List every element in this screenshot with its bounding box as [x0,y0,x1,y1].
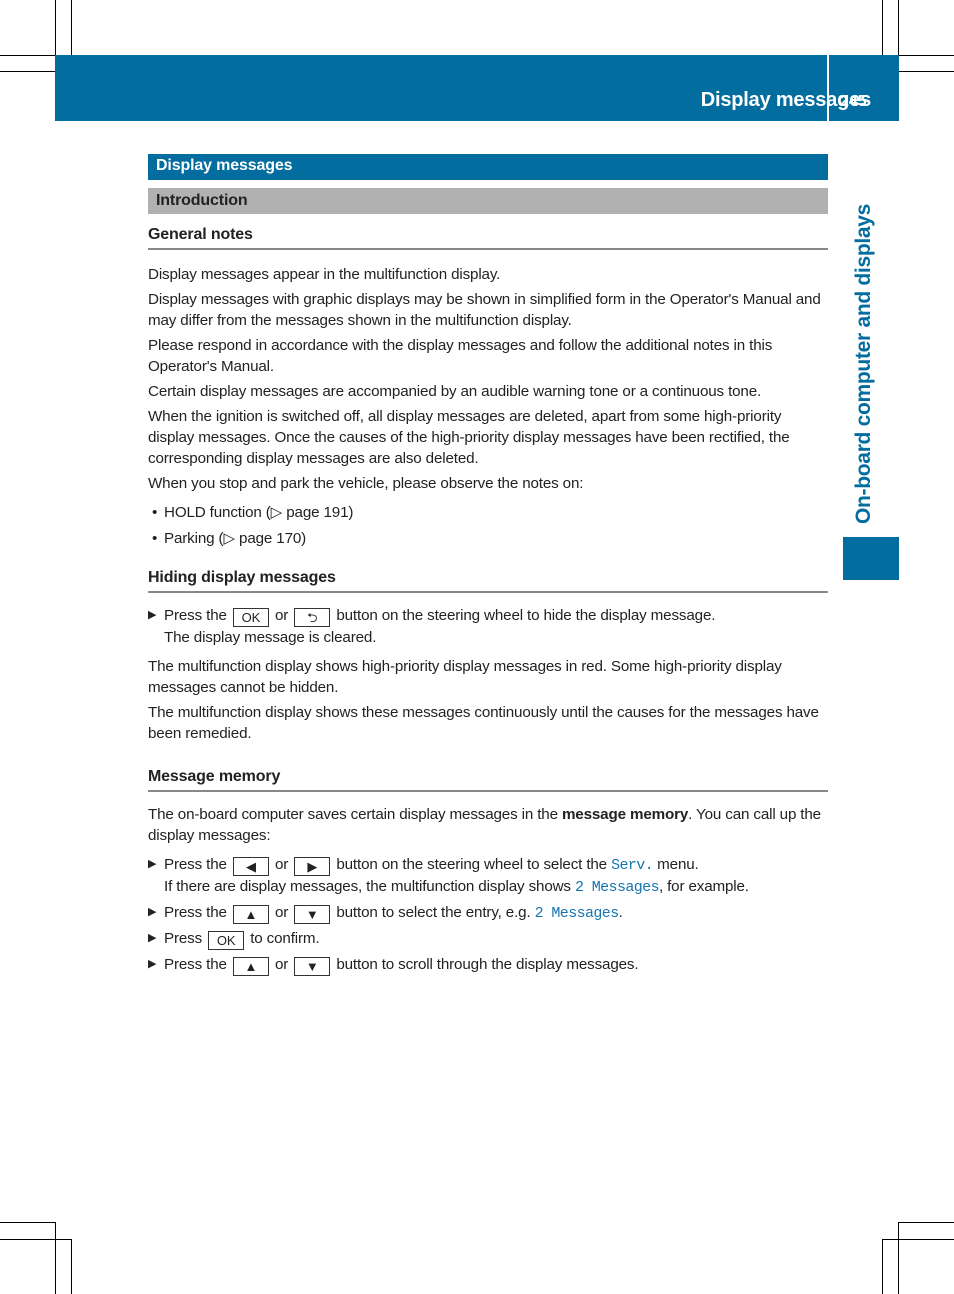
step-arrow-icon: ▶ [148,609,157,621]
instruction-step: ▶ Press the ◀ or ▶ button on the steerin… [148,856,749,896]
crop-mark [0,1222,55,1223]
paragraph: Please respond in accordance with the di… [148,337,773,375]
bullet-icon: • [152,530,158,547]
crop-mark [899,55,954,56]
ok-key-icon: OK [232,608,269,627]
crop-mark [898,1222,899,1294]
crop-mark [899,71,954,72]
display-text: Serv. [611,857,654,874]
header-divider [827,55,829,121]
heading-general-notes: General notes [148,224,828,250]
paragraph: When you stop and park the vehicle, plea… [148,475,584,492]
list-item: • HOLD function (▷ page 191) [152,504,354,521]
paragraph: The multifunction display shows high-pri… [148,658,782,696]
up-key-icon: ▲ [232,957,269,976]
page-content: Display messages Introduction General no… [148,154,828,980]
list-item: • Parking (▷ page 170) [152,530,307,547]
instruction-step: ▶ Press the ▲ or ▼ button to scroll thro… [148,956,639,976]
page-number: 245 [840,93,867,110]
page-ref-arrow-icon: ▷ [270,504,283,521]
heading-hiding-messages: Hiding display messages [148,567,828,593]
crop-mark [0,1239,71,1240]
crop-mark [882,1239,883,1294]
heading-message-memory: Message memory [148,766,828,792]
paragraph: Display messages with graphic displays m… [148,291,821,329]
section-title: Display messages [148,154,828,180]
down-key-icon: ▼ [294,905,331,924]
crop-mark [55,1222,56,1294]
back-key-icon: ⮌ [294,608,331,627]
display-text: 2 Messages [574,879,660,896]
crop-mark [0,71,55,72]
bullet-icon: • [152,504,158,521]
paragraph: The on-board computer saves certain disp… [148,806,821,844]
crop-mark [882,0,883,55]
crop-mark [899,1222,954,1223]
instruction-step: ▶ Press the ▲ or ▼ button to select the … [148,904,623,924]
down-key-icon: ▼ [294,957,331,976]
instruction-step: ▶ Press the OK or ⮌ button on the steeri… [148,607,716,646]
page-ref-arrow-icon: ▷ [223,530,235,547]
page-reference-link[interactable]: page 170) [235,530,306,547]
crop-mark [55,0,56,55]
paragraph: Certain display messages are accompanied… [148,383,762,400]
up-key-icon: ▲ [232,905,269,924]
step-arrow-icon: ▶ [148,858,157,870]
crop-mark [898,0,899,55]
paragraph: The multifunction display shows these me… [148,704,819,742]
ok-key-icon: OK [208,931,245,950]
crop-mark [71,0,72,55]
crop-mark [71,1239,72,1294]
right-key-icon: ▶ [294,857,331,876]
step-arrow-icon: ▶ [148,958,157,970]
paragraph: Display messages appear in the multifunc… [148,266,501,283]
page-reference-link[interactable]: page 191) [282,504,353,521]
display-text: 2 Messages [534,905,620,922]
paragraph: When the ignition is switched off, all d… [148,408,790,467]
step-arrow-icon: ▶ [148,906,157,918]
step-result: The display message is cleared. [164,629,377,646]
crop-mark [0,55,55,56]
step-arrow-icon: ▶ [148,932,157,944]
left-key-icon: ◀ [232,857,269,876]
crop-mark [882,1239,954,1240]
instruction-step: ▶ Press OK to confirm. [148,930,320,950]
chapter-side-label: On-board computer and displays [852,203,875,524]
subsection-title: Introduction [148,188,828,214]
chapter-tab-marker [843,537,899,580]
